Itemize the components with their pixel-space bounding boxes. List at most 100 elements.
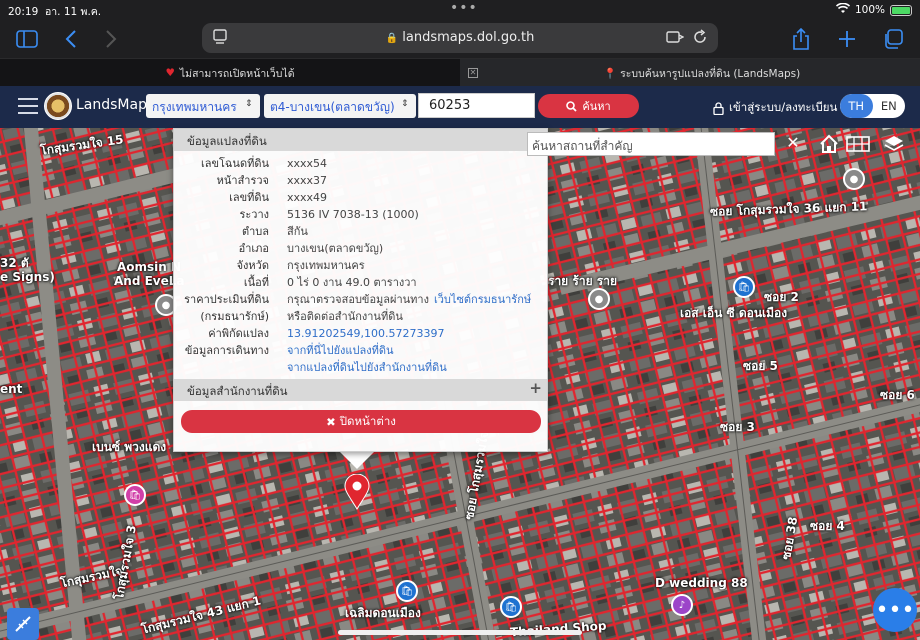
info-key: เลขโฉนดที่ดิน — [201, 157, 269, 170]
language-toggle[interactable]: TH EN — [840, 94, 905, 118]
lock-icon: 🔒 — [385, 33, 399, 44]
tabs-overview-icon[interactable] — [880, 26, 906, 52]
place-label: ราย ร้าย ราย — [548, 274, 617, 288]
info-link[interactable]: เว็บไซต์กรมธนารักษ์ — [434, 293, 531, 306]
info-row: จังหวัด กรุงเทพมหานคร — [174, 257, 547, 274]
info-row: เลขโฉนดที่ดิน xxxx54 — [174, 155, 547, 172]
search-icon — [566, 100, 577, 112]
info-row: ค่าพิกัดแปลง 13.91202549,100.57273397 — [174, 325, 547, 342]
menu-icon[interactable] — [18, 98, 38, 114]
address-bar[interactable]: 🔒 landsmaps.dol.go.th — [202, 23, 718, 53]
info-row: อำเภอ บางเขน(ตลาดขวัญ) — [174, 240, 547, 257]
grid-icon[interactable] — [845, 131, 871, 157]
close-tab-icon[interactable]: ✕ — [468, 68, 478, 78]
status-time: 20:19 อา. 11 พ.ค. — [8, 6, 102, 18]
reload-icon[interactable] — [692, 29, 710, 47]
info-value: สีกัน — [287, 225, 308, 238]
place-search-input[interactable]: ค้นหาสถานที่สำคัญ — [527, 132, 775, 156]
parcel-number-input[interactable]: 60253 — [418, 93, 535, 118]
info-key: (กรมธนารักษ์) — [200, 310, 269, 323]
back-icon[interactable] — [58, 26, 84, 52]
info-link[interactable]: จากแปลงที่ดินไปยังสำนักงานที่ดิน — [287, 361, 447, 374]
sidebar-icon[interactable] — [14, 26, 40, 52]
road-label: ซอย 6 — [880, 388, 915, 402]
place-label: D wedding 88 — [655, 576, 748, 590]
place-label: Aomsin N — [117, 260, 182, 274]
share-icon[interactable] — [788, 26, 814, 52]
chevron-updown-icon: ⇕ — [401, 99, 409, 109]
info-row: (กรมธนารักษ์) หรือติดต่อสำนักงานที่ดิน — [174, 308, 547, 325]
info-value: บางเขน(ตลาดขวัญ) — [287, 242, 384, 255]
info-key: ระวาง — [239, 208, 269, 221]
poi-event-icon[interactable]: ♪ — [671, 594, 693, 616]
tab-error[interactable]: ♥ ไม่สามารถเปิดหน้าเว็บได้ — [0, 59, 460, 87]
forward-icon[interactable] — [98, 26, 124, 52]
info-key: เนื้อที่ — [243, 276, 269, 289]
poi-shop-icon[interactable]: 🛍 — [124, 484, 146, 506]
info-value: หรือติดต่อสำนักงานที่ดิน — [287, 310, 403, 323]
url-text[interactable]: 🔒 landsmaps.dol.go.th — [202, 30, 718, 45]
info-key: จังหวัด — [236, 259, 269, 272]
tab-landsmaps-label: ระบบค้นหารูปแปลงที่ดิน (LandsMaps) — [620, 67, 801, 80]
battery-percent: 100% — [854, 4, 885, 16]
info-key: เลขที่ดิน — [229, 191, 269, 204]
info-value: กรุงเทพมหานคร — [287, 259, 365, 272]
info-value: กรุณาตรวจสอบข้อมูลผ่านทาง — [287, 293, 429, 306]
info-row: ข้อมูลการเดินทาง จากที่นี่ไปยังแปลงที่ดิน — [174, 342, 547, 359]
parcel-info-rows: เลขโฉนดที่ดิน xxxx54 หน้าสำรวจ xxxx37 เลขที่… — [174, 151, 547, 376]
reader-icon[interactable] — [666, 29, 685, 47]
dol-logo — [44, 92, 72, 120]
district-select[interactable]: ต4-บางเขน(ตลาดขวัญ) ⇕ — [264, 94, 416, 118]
road-label: ซอย 2 — [764, 290, 799, 304]
info-row: จากแปลงที่ดินไปยังสำนักงานที่ดิน — [174, 359, 547, 376]
close-window-button[interactable]: ✖ ปิดหน้าต่าง — [181, 410, 541, 433]
road-label: ซอย 4 — [810, 519, 845, 533]
province-select[interactable]: กรุงเทพมหานคร ⇕ — [146, 94, 260, 118]
close-icon[interactable]: ✕ — [784, 133, 802, 153]
poi-place-icon[interactable]: ● — [588, 288, 610, 310]
info-value: xxxx37 — [287, 174, 328, 187]
chevron-updown-icon: ⇕ — [245, 99, 253, 109]
road-label: ซอย 3 — [720, 420, 755, 434]
info-value: 5136 IV 7038-13 (1000) — [287, 208, 419, 221]
land-office-section[interactable]: ข้อมูลสำนักงานที่ดิน + — [174, 379, 547, 401]
panel-title: ข้อมูลแปลงที่ดิน — [174, 129, 547, 151]
info-key: ข้อมูลการเดินทาง — [184, 344, 269, 357]
tab-error-label: ไม่สามารถเปิดหน้าเว็บได้ — [179, 67, 295, 80]
info-value: 0 ไร่ 0 งาน 49.0 ตารางวา — [287, 276, 417, 289]
poi-place-icon[interactable]: ● — [843, 168, 865, 190]
login-link[interactable]: เข้าสู่ระบบ/ลงทะเบียน — [713, 99, 837, 117]
poi-shop-icon[interactable]: 🛍 — [396, 580, 418, 602]
ruler-icon — [15, 616, 31, 632]
layers-icon[interactable] — [881, 131, 907, 157]
poi-shop-icon[interactable]: 🛍 — [500, 596, 522, 618]
road-label: ซอย 5 — [743, 359, 778, 373]
more-options-button[interactable]: ••• — [873, 588, 917, 632]
lang-th-button[interactable]: TH — [840, 94, 873, 118]
place-label: e Signs) — [0, 270, 55, 284]
wifi-icon — [835, 2, 851, 17]
lang-en-button[interactable]: EN — [873, 94, 906, 118]
lock-icon — [713, 101, 724, 115]
home-icon[interactable] — [816, 131, 842, 157]
more-dots-icon: ••• — [875, 597, 915, 623]
poi-shop-icon[interactable]: 🛍 — [733, 276, 755, 298]
info-row: เนื้อที่ 0 ไร่ 0 งาน 49.0 ตารางวา — [174, 274, 547, 291]
info-link[interactable]: 13.91202549,100.57273397 — [287, 327, 444, 340]
info-row: เลขที่ดิน xxxx49 — [174, 189, 547, 206]
multitask-dots[interactable]: ••• — [450, 0, 478, 16]
info-value: xxxx49 — [287, 191, 328, 204]
place-label: เบนซ์ พวงแดง — [92, 440, 167, 454]
new-tab-icon[interactable] — [834, 26, 860, 52]
tab-landsmaps[interactable]: ✕ 📍 ระบบค้นหารูปแปลงที่ดิน (LandsMaps) — [460, 59, 920, 87]
info-value: xxxx54 — [287, 157, 328, 170]
search-button[interactable]: ค้นหา — [538, 94, 639, 118]
place-label: เฉลิมดอนเมือง — [345, 606, 421, 620]
info-row: ตำบล สีกัน — [174, 223, 547, 240]
brand-title: LandsMaps — [76, 97, 155, 113]
expand-icon[interactable]: + — [529, 379, 542, 397]
info-link[interactable]: จากที่นี่ไปยังแปลงที่ดิน — [287, 344, 393, 357]
close-icon: ✖ — [326, 414, 336, 429]
tab-strip: ♥ ไม่สามารถเปิดหน้าเว็บได้ ✕ 📍 ระบบค้นหา… — [0, 58, 920, 87]
measure-tool-button[interactable] — [7, 608, 39, 640]
